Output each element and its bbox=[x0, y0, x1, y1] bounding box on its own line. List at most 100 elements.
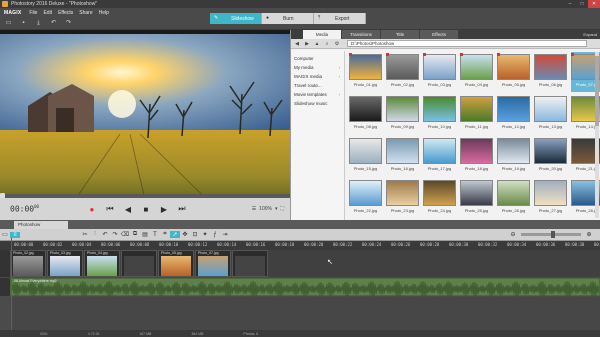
menu-edit[interactable]: Edit bbox=[43, 10, 52, 16]
photo-thumbnail[interactable]: Photo_19.jpg bbox=[497, 136, 530, 176]
mode-slideshow-button[interactable]: ✎ Slideshow bbox=[210, 13, 262, 24]
photo-thumbnail[interactable]: Photo_16.jpg bbox=[386, 136, 419, 176]
photo-thumbnail[interactable]: Photo_25.jpg bbox=[460, 178, 493, 218]
photo-thumbnail[interactable]: Photo_26.jpg bbox=[497, 178, 530, 218]
tab-transitions[interactable]: Transitions bbox=[342, 30, 380, 39]
move-icon[interactable]: ✥ bbox=[180, 231, 190, 238]
record-icon[interactable]: ● bbox=[87, 204, 97, 214]
timeline-zoom[interactable]: ⊖ ⊕ bbox=[508, 231, 594, 238]
sidebar-item[interactable]: My media › bbox=[291, 63, 344, 72]
sidebar-item[interactable]: MAGIX media › bbox=[291, 72, 344, 81]
tab-photoshow[interactable]: Photoshow bbox=[14, 221, 68, 229]
media-pool-scrollbar[interactable] bbox=[595, 52, 599, 218]
photo-thumbnail[interactable]: Photo_01.jpg bbox=[349, 52, 382, 92]
photo-thumbnail[interactable]: Photo_23.jpg bbox=[386, 178, 419, 218]
title-text-icon[interactable]: T bbox=[150, 232, 160, 238]
mode-burn-button[interactable]: ● Burn bbox=[262, 13, 314, 24]
search-icon[interactable]: ⌕ bbox=[323, 41, 331, 47]
video-clip[interactable]: Photo_02.jpg bbox=[10, 250, 46, 277]
copy-icon[interactable]: ⧉ bbox=[130, 231, 140, 238]
timeline-mode-icon[interactable]: ≡ bbox=[10, 231, 20, 238]
photo-thumbnail[interactable]: Photo_06.jpg bbox=[534, 52, 567, 92]
maximize-icon[interactable]: □ bbox=[576, 0, 588, 8]
redo-icon[interactable]: ↷ bbox=[64, 19, 73, 27]
paste-icon[interactable]: ▤ bbox=[140, 231, 150, 238]
list-icon[interactable]: ☰ bbox=[252, 206, 256, 212]
photo-thumbnail[interactable]: Photo_18.jpg bbox=[460, 136, 493, 176]
video-clip[interactable] bbox=[232, 250, 268, 277]
tab-effects[interactable]: Effects bbox=[420, 30, 458, 39]
photo-thumbnail[interactable]: Photo_11.jpg bbox=[460, 94, 493, 134]
photo-thumbnail[interactable]: Photo_04.jpg bbox=[460, 52, 493, 92]
photo-thumbnail[interactable]: Photo_03.jpg bbox=[423, 52, 456, 92]
photo-thumbnail[interactable]: Photo_02.jpg bbox=[386, 52, 419, 92]
track-header-audio[interactable] bbox=[0, 278, 10, 296]
photo-thumbnail[interactable]: Photo_10.jpg bbox=[423, 94, 456, 134]
stop-icon[interactable]: ■ bbox=[141, 204, 151, 214]
menu-share[interactable]: Share bbox=[79, 10, 92, 16]
photo-thumbnail[interactable]: Photo_05.jpg bbox=[497, 52, 530, 92]
audio-clip[interactable]: 06 Almost Everywhere.mp3 bbox=[10, 278, 600, 297]
zoom-slider[interactable] bbox=[521, 231, 581, 238]
playhead[interactable] bbox=[11, 238, 12, 335]
effects-icon[interactable]: ✦ bbox=[200, 231, 210, 238]
close-icon[interactable]: ✕ bbox=[588, 0, 600, 8]
photo-thumbnail[interactable]: Photo_13.jpg bbox=[534, 94, 567, 134]
zoom-slider-handle[interactable] bbox=[551, 231, 555, 238]
back-icon[interactable]: ◀ bbox=[293, 41, 301, 47]
zoom-in-icon[interactable]: ⊕ bbox=[584, 231, 594, 238]
folder-icon[interactable]: ▭ bbox=[4, 19, 13, 27]
video-clip[interactable]: Photo_05.jpg bbox=[158, 250, 194, 277]
track-header-video[interactable] bbox=[0, 250, 10, 277]
undo-icon[interactable]: ↶ bbox=[49, 19, 58, 27]
import-icon[interactable]: ⤓ bbox=[34, 19, 43, 27]
photo-thumbnail[interactable]: Photo_12.jpg bbox=[497, 94, 530, 134]
photo-thumbnail[interactable]: Photo_09.jpg bbox=[386, 94, 419, 134]
photo-thumbnail[interactable]: Photo_08.jpg bbox=[349, 94, 382, 134]
path-field[interactable]: D:\Photos\Photoshow bbox=[347, 40, 587, 47]
tab-media[interactable]: Media bbox=[303, 30, 341, 39]
snap-icon[interactable]: ⊡ bbox=[190, 231, 200, 238]
storyboard-icon[interactable]: ▭ bbox=[0, 231, 10, 238]
photo-thumbnail[interactable]: Photo_15.jpg bbox=[349, 136, 382, 176]
photo-thumbnail[interactable]: Photo_20.jpg bbox=[534, 136, 567, 176]
pointer-icon[interactable]: ➚ bbox=[170, 231, 180, 238]
preview-zoom[interactable]: ☰ 100% ▾ ⛶ bbox=[249, 206, 284, 212]
delete-icon[interactable]: ⌫ bbox=[120, 231, 130, 238]
photo-thumbnail[interactable]: Photo_27.jpg bbox=[534, 178, 567, 218]
timeline-ruler[interactable]: 00:00:00 00:00:02 00:00:04 00:00:06 00:00:08… bbox=[0, 241, 600, 250]
fx-icon[interactable]: ƒ bbox=[210, 232, 220, 238]
scrollbar-thumb[interactable] bbox=[595, 56, 599, 126]
sidebar-item[interactable]: Travel route... bbox=[291, 81, 344, 90]
split-icon[interactable]: ⫶ bbox=[90, 231, 100, 238]
photo-thumbnail[interactable]: Photo_17.jpg bbox=[423, 136, 456, 176]
video-clip[interactable]: Photo_03.jpg bbox=[47, 250, 83, 277]
save-icon[interactable]: ▪ bbox=[19, 19, 28, 27]
sidebar-item[interactable]: Movie templates › bbox=[291, 90, 344, 99]
crop-icon[interactable]: ⌗ bbox=[160, 231, 170, 238]
expand-button[interactable]: Expand bbox=[583, 30, 597, 39]
gear-icon[interactable]: ⚙ bbox=[333, 41, 341, 47]
menu-effects[interactable]: Effects bbox=[58, 10, 73, 16]
cut-icon[interactable]: ✂ bbox=[80, 231, 90, 238]
redo-icon[interactable]: ↷ bbox=[110, 231, 120, 238]
rewind-icon[interactable]: ◀ bbox=[123, 204, 133, 214]
video-clip[interactable]: Photo_07.jpg bbox=[195, 250, 231, 277]
sidebar-item[interactable]: Slideshow music bbox=[291, 99, 344, 108]
minimize-icon[interactable]: – bbox=[564, 0, 576, 8]
menu-file[interactable]: File bbox=[29, 10, 37, 16]
forward-icon[interactable]: ▶ bbox=[303, 41, 311, 47]
skip-back-icon[interactable]: ⏮ bbox=[105, 204, 115, 214]
menu-help[interactable]: Help bbox=[99, 10, 109, 16]
up-folder-icon[interactable]: ▲ bbox=[313, 41, 321, 47]
mode-export-button[interactable]: ⤒ Export bbox=[314, 13, 366, 24]
fullscreen-icon[interactable]: ⛶ bbox=[280, 206, 284, 212]
play-icon[interactable]: ▶ bbox=[159, 204, 169, 214]
undo-icon[interactable]: ↶ bbox=[100, 231, 110, 238]
tab-title[interactable]: Title bbox=[381, 30, 419, 39]
video-clip[interactable] bbox=[121, 250, 157, 277]
photo-thumbnail[interactable]: Photo_22.jpg bbox=[349, 178, 382, 218]
photo-thumbnail[interactable]: Photo_24.jpg bbox=[423, 178, 456, 218]
zoom-out-icon[interactable]: ⊖ bbox=[508, 231, 518, 238]
insert-icon[interactable]: ⇥ bbox=[220, 231, 230, 238]
